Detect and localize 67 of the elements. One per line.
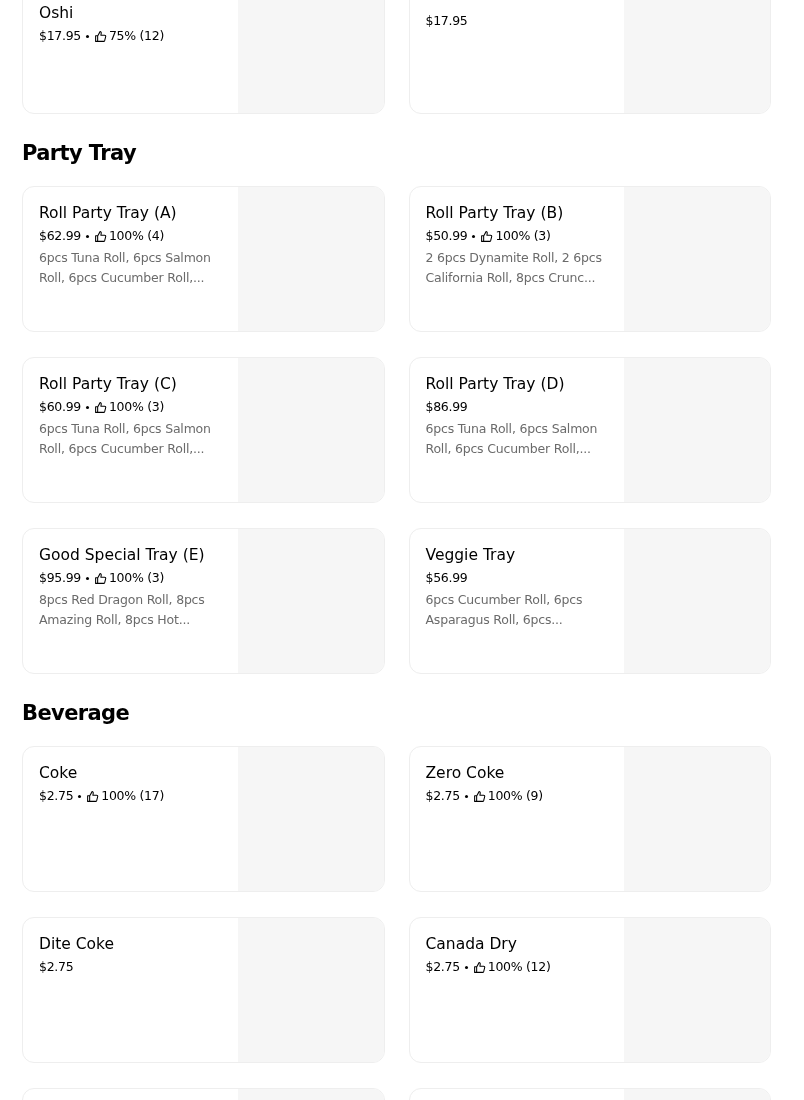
item-price: $2.75 xyxy=(425,958,460,976)
item-title: Oshi xyxy=(39,3,74,24)
item-rating: 75% (12) xyxy=(108,27,164,45)
separator-dot xyxy=(472,234,476,238)
menu-item-card[interactable]: Veggie Tray $56.99 6pcs Cucumber Roll, 6pcs Asparagus Roll, 6pcs... xyxy=(408,528,771,674)
thumbs-up-icon xyxy=(472,960,486,974)
menu-item-card[interactable]: Coke $2.75 100% (17) xyxy=(22,746,385,892)
item-price: $2.75 xyxy=(39,958,74,976)
item-rating: 100% (3) xyxy=(108,569,164,587)
item-rating: 100% (4) xyxy=(108,227,164,245)
item-price: $2.75 xyxy=(425,787,460,805)
item-title: Roll Party Tray (A) xyxy=(39,203,177,224)
menu-item-card[interactable]: Canada Dry $2.75 100% (12) xyxy=(408,917,771,1063)
item-rating: 100% (3) xyxy=(108,398,164,416)
separator-dot xyxy=(85,576,89,580)
menu-item-card[interactable]: Dite Coke $2.75 xyxy=(22,917,385,1063)
item-price: $95.99 xyxy=(39,569,81,587)
separator-dot xyxy=(464,965,468,969)
thumbs-up-icon xyxy=(93,400,107,414)
item-title: Veggie Tray xyxy=(425,545,516,566)
item-title: Coke xyxy=(39,763,78,784)
item-rating: 100% (17) xyxy=(101,787,164,805)
item-description: 6pcs Tuna Roll, 6pcs Salmon Roll, 6pcs Cucumber Roll,... xyxy=(425,420,599,458)
item-title: Zero Coke xyxy=(425,763,505,784)
item-price: $56.99 xyxy=(425,569,468,587)
thumbs-up-icon xyxy=(86,789,100,803)
thumbs-up-icon xyxy=(93,29,107,43)
thumbs-up-icon xyxy=(472,789,486,803)
thumbs-up-icon xyxy=(93,571,107,585)
item-title: Good Special Tray (E) xyxy=(39,545,205,566)
separator-dot xyxy=(85,234,89,238)
item-price: $50.99 xyxy=(425,227,468,245)
item-description: 2 6pcs Dynamite Roll, 2 6pcs California Roll, 8pcs Crunc... xyxy=(425,249,603,287)
menu-item-card[interactable]: Good Special Tray (E) $95.99 100% (3) 8pcs Red Dragon Roll, 8pcs Amazing Roll, 8pcs Hot... xyxy=(22,528,385,674)
item-title: Roll Party Tray (C) xyxy=(39,374,177,395)
thumbs-up-icon xyxy=(93,229,107,243)
section-heading: Beverage xyxy=(22,700,130,727)
item-title: Roll Party Tray (D) xyxy=(425,374,565,395)
menu-item-card[interactable]: Oshi $17.95 75% (12) xyxy=(22,0,385,114)
item-description: 6pcs Tuna Roll, 6pcs Salmon Roll, 6pcs Cucumber Roll,... xyxy=(39,420,212,458)
separator-dot xyxy=(464,794,468,798)
item-rating: 100% (9) xyxy=(487,787,543,805)
section-heading: Party Tray xyxy=(22,140,136,167)
item-title: Roll Party Tray (B) xyxy=(425,203,564,224)
item-description: 6pcs Cucumber Roll, 6pcs Asparagus Roll, 6pcs... xyxy=(425,591,584,629)
item-description: 6pcs Tuna Roll, 6pcs Salmon Roll, 6pcs Cucumber Roll,... xyxy=(39,249,212,287)
menu-item-card[interactable]: $17.95 xyxy=(408,0,771,114)
item-rating: 100% (12) xyxy=(487,958,551,976)
item-price: $60.99 xyxy=(39,398,81,416)
item-price: $17.95 xyxy=(39,27,81,45)
item-title: Dite Coke xyxy=(39,934,115,955)
separator-dot xyxy=(85,34,89,38)
item-price: $86.99 xyxy=(425,398,468,416)
thumbs-up-icon xyxy=(480,229,494,243)
separator-dot xyxy=(85,405,89,409)
menu-item-card[interactable]: Roll Party Tray (A) $62.99 100% (4) 6pcs Tuna Roll, 6pcs Salmon Roll, 6pcs Cucumber Roll,... xyxy=(22,186,385,332)
item-description: 8pcs Red Dragon Roll, 8pcs Amazing Roll, 8pcs Hot... xyxy=(39,591,206,629)
menu-item-card[interactable]: Roll Party Tray (C) $60.99 100% (3) 6pcs Tuna Roll, 6pcs Salmon Roll, 6pcs Cucumber Roll,... xyxy=(22,357,385,503)
item-price: $17.95 xyxy=(425,12,468,30)
menu-item-card[interactable]: Roll Party Tray (B) $50.99 100% (3) 2 6pcs Dynamite Roll, 2 6pcs California Roll, 8pcs Crunc... xyxy=(408,186,771,332)
item-title: Canada Dry xyxy=(425,934,517,955)
item-price: $2.75 xyxy=(39,787,74,805)
separator-dot xyxy=(78,794,82,798)
menu-item-card[interactable]: Zero Coke $2.75 100% (9) xyxy=(408,746,771,892)
menu-item-card[interactable]: Roll Party Tray (D) $86.99 6pcs Tuna Roll, 6pcs Salmon Roll, 6pcs Cucumber Roll,... xyxy=(408,357,771,503)
item-rating: 100% (3) xyxy=(495,227,551,245)
item-price: $62.99 xyxy=(39,227,81,245)
